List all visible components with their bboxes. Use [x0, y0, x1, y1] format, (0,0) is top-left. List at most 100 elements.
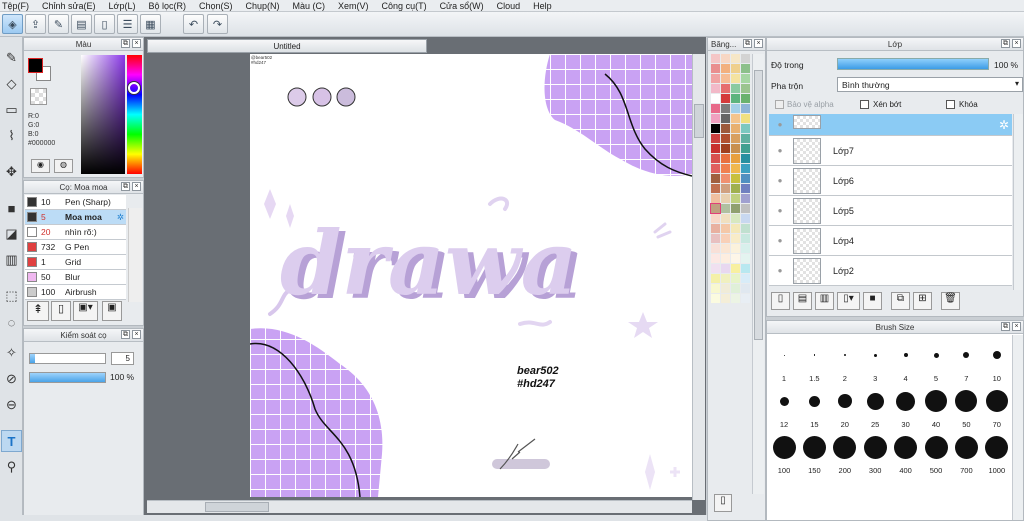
visibility-icon[interactable]: ● [769, 176, 791, 185]
swatch[interactable] [731, 224, 740, 233]
swatch[interactable] [741, 194, 750, 203]
swatch[interactable] [711, 124, 720, 133]
swatch[interactable] [721, 214, 730, 223]
bucket-tool-icon[interactable]: ◪ [1, 223, 22, 245]
swatch[interactable] [711, 294, 720, 303]
lock-checkbox[interactable] [946, 100, 955, 109]
brush-size-option[interactable]: 1.5 [799, 339, 829, 383]
palette-page-icon[interactable]: ▯ [714, 494, 732, 512]
rect-select-icon[interactable]: ▭ [1, 99, 22, 121]
canvas-vscroll-thumb[interactable] [694, 104, 704, 138]
brush-settings-gear-icon[interactable]: ✲ [117, 212, 124, 223]
lasso-tool-icon[interactable]: ◌ [1, 311, 22, 333]
brush-size-option[interactable]: 12 [769, 385, 799, 429]
swatch[interactable] [731, 134, 740, 143]
swatch[interactable] [711, 234, 720, 243]
brush-size-slider[interactable] [29, 353, 106, 364]
swatch[interactable] [711, 154, 720, 163]
layer-row[interactable]: ● Lớp5 [769, 196, 1012, 226]
swatch[interactable] [731, 244, 740, 253]
palette-scrollbar[interactable] [752, 54, 764, 494]
swatch[interactable] [721, 254, 730, 263]
brush-size-option[interactable]: 700 [951, 431, 981, 475]
brush-list-scrollbar[interactable] [128, 208, 142, 302]
swatch[interactable] [711, 214, 720, 223]
select-pen-icon[interactable]: ⊘ [1, 368, 22, 390]
swatch[interactable] [731, 214, 740, 223]
menu-item[interactable]: Lớp(L) [109, 1, 136, 11]
layer-settings-icon[interactable]: ⊞ [913, 292, 932, 310]
brush-size-option[interactable]: 25 [860, 385, 890, 429]
swatch[interactable] [711, 224, 720, 233]
close-icon[interactable]: × [132, 182, 141, 191]
swatch[interactable] [731, 144, 740, 153]
swatch[interactable] [741, 64, 750, 73]
swatch[interactable] [721, 134, 730, 143]
saturation-value-square[interactable] [81, 55, 125, 174]
visibility-icon[interactable]: ● [769, 120, 791, 129]
layer-opacity-slider[interactable] [837, 58, 989, 70]
select-rect-icon[interactable]: ⬚ [1, 285, 22, 307]
swatch[interactable] [741, 294, 750, 303]
menu-item[interactable]: Chọn(S) [199, 1, 233, 11]
swatch[interactable] [721, 84, 730, 93]
clip-option[interactable]: Xén bớt [860, 100, 901, 109]
snap-icon[interactable]: ◈ [2, 14, 23, 34]
swatch[interactable] [711, 164, 720, 173]
swatch[interactable] [721, 164, 730, 173]
merge-layer-icon[interactable]: ⧉ [891, 292, 910, 310]
swatch[interactable] [741, 154, 750, 163]
brush-item[interactable]: 100 Airbrush [25, 285, 126, 300]
brush-size-option[interactable]: 1000 [982, 431, 1012, 475]
swatch[interactable] [711, 74, 720, 83]
swatch[interactable] [711, 254, 720, 263]
layer-row[interactable]: ● Lớp7 [769, 136, 1012, 166]
swatch[interactable] [710, 203, 721, 214]
float-icon[interactable]: ⧉ [743, 39, 752, 48]
brush-size-option[interactable]: 200 [830, 431, 860, 475]
comment-icon[interactable]: ✎ [48, 14, 69, 34]
swatch[interactable] [741, 164, 750, 173]
brush-item[interactable]: 20 nhìn rõ:) [25, 225, 126, 240]
brush-size-option[interactable]: 30 [891, 385, 921, 429]
select-eraser-icon[interactable]: ⊖ [1, 394, 22, 416]
document-tab[interactable]: Untitled [147, 39, 427, 53]
swatch[interactable] [741, 234, 750, 243]
close-icon[interactable]: × [754, 39, 763, 48]
swatch[interactable] [731, 84, 740, 93]
brush-settings-icon[interactable]: ▣ [102, 301, 122, 321]
swatch[interactable] [731, 124, 740, 133]
grid-icon[interactable]: ▦ [140, 14, 161, 34]
swatch[interactable] [741, 224, 750, 233]
swatch[interactable] [721, 184, 730, 193]
swatch[interactable] [721, 124, 730, 133]
swatch[interactable] [741, 174, 750, 183]
swatch[interactable] [731, 294, 740, 303]
swatch[interactable] [731, 194, 740, 203]
protect-alpha-option[interactable]: Bảo vệ alpha [775, 100, 834, 109]
swatch[interactable] [711, 274, 720, 283]
float-icon[interactable]: ⧉ [121, 39, 130, 48]
swatch[interactable] [731, 154, 740, 163]
copy-layer-icon[interactable]: ▥ [815, 292, 834, 310]
float-icon[interactable]: ⧉ [1001, 322, 1010, 331]
brush-menu-icon[interactable]: ▣▾ [73, 301, 98, 321]
swatch[interactable] [731, 74, 740, 83]
swatch[interactable] [721, 144, 730, 153]
brush-item[interactable]: 1 Grid [25, 255, 126, 270]
menu-item[interactable]: Bộ lọc(R) [148, 1, 186, 11]
swatch[interactable] [711, 284, 720, 293]
fill-rect-icon[interactable]: ■ [1, 197, 22, 219]
swatch[interactable] [731, 64, 740, 73]
swatch[interactable] [731, 284, 740, 293]
brush-size-scrollbar[interactable] [1012, 335, 1023, 520]
swatch[interactable] [741, 94, 750, 103]
swatch[interactable] [721, 244, 730, 253]
swatch[interactable] [721, 274, 730, 283]
swatch[interactable] [741, 74, 750, 83]
canvas-vertical-scrollbar[interactable] [692, 54, 705, 500]
menu-item[interactable]: Công cụ(T) [382, 1, 427, 11]
brush-size-option[interactable]: 15 [799, 385, 829, 429]
canvas[interactable]: drawa drawa @bear502 #hd247 bear502 #hd2… [250, 54, 692, 497]
swatch[interactable] [741, 54, 750, 63]
